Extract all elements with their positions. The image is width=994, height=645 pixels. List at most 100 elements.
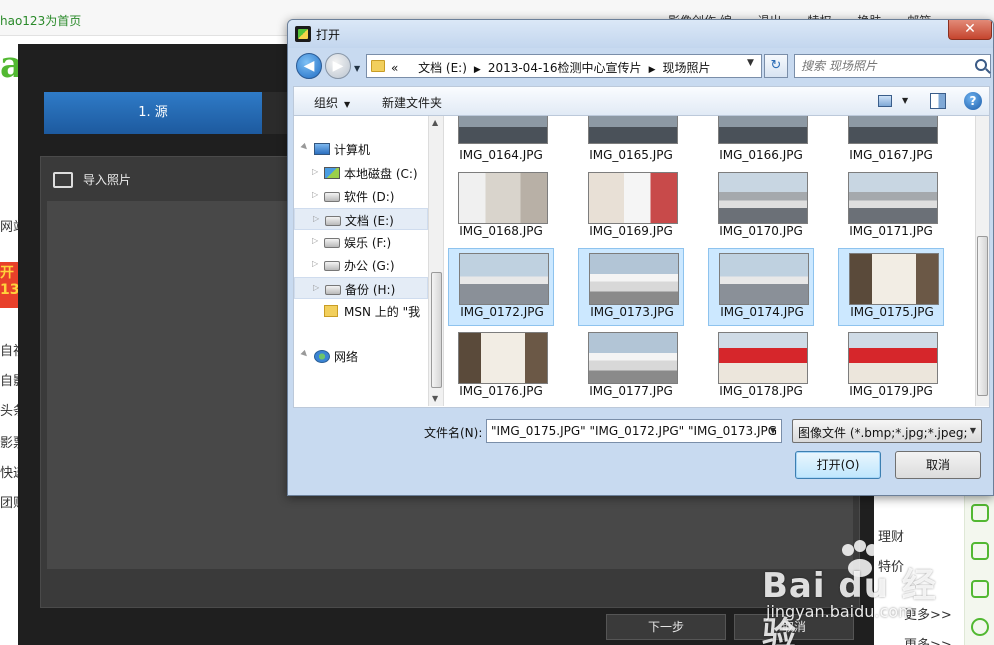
- left-item[interactable]: 网站: [0, 216, 18, 235]
- dialog-body: ▲ 计算机 ▷ 本地磁盘 (C:) ▷ 软件 (D:) ▷ 文档 (E:) ▷ 娱乐 (F:) ▷ 办…: [293, 116, 990, 408]
- breadcrumb-project-folder[interactable]: 2013-04-16检测中心宣传片: [488, 61, 642, 75]
- cancel-button[interactable]: 取消: [895, 451, 981, 479]
- left-item[interactable]: 自影: [0, 370, 18, 389]
- navigation-scrollbar[interactable]: ▲ ▼: [428, 116, 444, 406]
- left-item[interactable]: 影票: [0, 432, 18, 451]
- file-item[interactable]: IMG_0176.JPG: [448, 328, 554, 406]
- open-button[interactable]: 打开(O): [795, 451, 881, 479]
- search-box[interactable]: [794, 54, 991, 78]
- file-item[interactable]: IMG_0172.JPG: [448, 248, 554, 326]
- chevron-down-icon[interactable]: ▼: [902, 96, 908, 105]
- preview-pane-icon[interactable]: [930, 93, 946, 109]
- new-folder-button[interactable]: 新建文件夹: [382, 94, 442, 111]
- filename-field[interactable]: "IMG_0175.JPG" "IMG_0172.JPG" "IMG_0173.…: [486, 419, 782, 443]
- file-name: IMG_0175.JPG: [850, 305, 934, 319]
- expand-arrow-icon[interactable]: ▷: [312, 236, 318, 245]
- set-homepage-link[interactable]: hao123为首页: [0, 12, 81, 29]
- expand-arrow-icon[interactable]: ▷: [313, 283, 319, 292]
- scroll-up-icon[interactable]: ▲: [432, 118, 438, 127]
- wizard-step-source[interactable]: 1. 源: [44, 92, 262, 134]
- nav-tree-item[interactable]: ▷ 办公 (G:): [294, 254, 428, 276]
- organize-menu[interactable]: 组织 ▼: [314, 94, 350, 111]
- nav-tree-item[interactable]: ▷ 娱乐 (F:): [294, 231, 428, 253]
- left-item[interactable]: 团购: [0, 492, 18, 511]
- search-icon[interactable]: [975, 59, 987, 71]
- dialog-titlebar[interactable]: 打开 ✕: [288, 20, 993, 48]
- file-item[interactable]: IMG_0171.JPG: [838, 168, 944, 246]
- nav-tree-item[interactable]: ▷ 软件 (D:): [294, 185, 428, 207]
- file-name: IMG_0169.JPG: [589, 224, 673, 238]
- file-item[interactable]: IMG_0169.JPG: [578, 168, 684, 246]
- file-item[interactable]: IMG_0178.JPG: [708, 328, 814, 406]
- file-item[interactable]: IMG_0179.JPG: [838, 328, 944, 406]
- drive-icon: [325, 216, 341, 226]
- expand-arrow-icon[interactable]: ▲: [300, 142, 311, 153]
- coffee-icon[interactable]: [971, 580, 989, 598]
- expand-arrow-icon[interactable]: ▲: [300, 349, 311, 360]
- chevron-down-icon[interactable]: ▼: [970, 426, 976, 435]
- breadcrumb: « 文档 (E:) ▶ 2013-04-16检测中心宣传片 ▶ 现场照片: [391, 59, 711, 76]
- recent-pages-dropdown-icon[interactable]: ▼: [354, 64, 360, 73]
- file-item[interactable]: IMG_0168.JPG: [448, 168, 554, 246]
- chevron-right-icon[interactable]: ▶: [649, 65, 656, 75]
- nav-tree-item[interactable]: MSN 上的 "我: [294, 300, 428, 322]
- smile-icon[interactable]: [971, 618, 989, 636]
- nav-tree-item[interactable]: ▷ 文档 (E:): [294, 208, 428, 230]
- file-name: IMG_0178.JPG: [719, 384, 803, 398]
- panel-title: 导入照片: [83, 173, 132, 187]
- cart-icon[interactable]: [971, 542, 989, 560]
- breadcrumb-drive[interactable]: 文档 (E:): [418, 61, 467, 75]
- file-name: IMG_0172.JPG: [460, 305, 544, 319]
- file-item[interactable]: IMG_0177.JPG: [578, 328, 684, 406]
- scroll-thumb[interactable]: [977, 236, 988, 396]
- next-button[interactable]: 下一步: [606, 614, 726, 640]
- expand-arrow-icon[interactable]: ▷: [313, 214, 319, 223]
- expand-arrow-icon[interactable]: ▷: [312, 167, 318, 176]
- expand-arrow-icon[interactable]: ▷: [312, 259, 318, 268]
- scroll-down-icon[interactable]: ▼: [432, 394, 438, 403]
- nav-tree-item[interactable]: ▲ 计算机: [294, 138, 428, 160]
- nav-tree-item[interactable]: ▷ 备份 (H:): [294, 277, 428, 299]
- file-list-scrollbar[interactable]: [975, 116, 989, 406]
- back-arrow-icon[interactable]: ◀: [296, 53, 322, 79]
- filetype-select[interactable]: 图像文件 (*.bmp;*.jpg;*.jpeg; ▼: [792, 419, 982, 443]
- folder-icon: [371, 60, 385, 72]
- scroll-thumb[interactable]: [431, 272, 442, 388]
- address-bar[interactable]: « 文档 (E:) ▶ 2013-04-16检测中心宣传片 ▶ 现场照片 ▼: [366, 54, 762, 78]
- file-name: IMG_0165.JPG: [589, 148, 673, 162]
- dialog-footer: 文件名(N): "IMG_0175.JPG" "IMG_0172.JPG" "I…: [288, 408, 993, 495]
- search-input[interactable]: [801, 58, 969, 74]
- promo-banner[interactable]: 开 13: [0, 262, 18, 308]
- file-name: IMG_0171.JPG: [849, 224, 933, 238]
- nav-tree-label: 网络: [334, 350, 359, 364]
- left-item[interactable]: 快递: [0, 462, 18, 481]
- site-logo: a: [0, 44, 24, 86]
- calendar-icon[interactable]: [971, 504, 989, 522]
- nav-tree-item[interactable]: ▷ 本地磁盘 (C:): [294, 162, 428, 184]
- chevron-down-icon[interactable]: ▼: [747, 58, 754, 68]
- file-name: IMG_0173.JPG: [590, 305, 674, 319]
- left-item[interactable]: 自视: [0, 340, 18, 359]
- breadcrumb-current-folder[interactable]: 现场照片: [662, 61, 710, 75]
- nav-tree-label: 娱乐 (F:): [344, 236, 392, 250]
- file-item[interactable]: IMG_0173.JPG: [578, 248, 684, 326]
- file-item[interactable]: IMG_0174.JPG: [708, 248, 814, 326]
- expand-arrow-icon[interactable]: ▷: [312, 190, 318, 199]
- file-item[interactable]: IMG_0175.JPG: [838, 248, 944, 326]
- chevron-right-icon[interactable]: ▶: [474, 65, 481, 75]
- left-item[interactable]: 头条: [0, 400, 18, 419]
- nav-tree-item[interactable]: ▲ 网络: [294, 345, 428, 367]
- file-item[interactable]: IMG_0170.JPG: [708, 168, 814, 246]
- forward-arrow-icon[interactable]: ▶: [325, 53, 351, 79]
- baidu-watermark: Bai du 经验 jingyan.baidu.com: [760, 540, 960, 645]
- help-icon[interactable]: ?: [964, 92, 982, 110]
- open-file-dialog: 打开 ✕ ◀ ▶ ▼ « 文档 (E:) ▶ 2013-04-16检测中心宣传片 ▶ 现…: [287, 19, 994, 496]
- chevron-down-icon[interactable]: ▼: [770, 426, 776, 435]
- view-mode-icon[interactable]: [878, 95, 892, 107]
- photo-thumbnail: [849, 253, 939, 305]
- photo-thumbnail: [588, 332, 678, 384]
- close-button[interactable]: ✕: [948, 20, 992, 40]
- refresh-icon[interactable]: ↻: [764, 54, 788, 78]
- filetype-value: 图像文件 (*.bmp;*.jpg;*.jpeg;: [798, 426, 968, 440]
- breadcrumb-overflow[interactable]: «: [391, 61, 398, 75]
